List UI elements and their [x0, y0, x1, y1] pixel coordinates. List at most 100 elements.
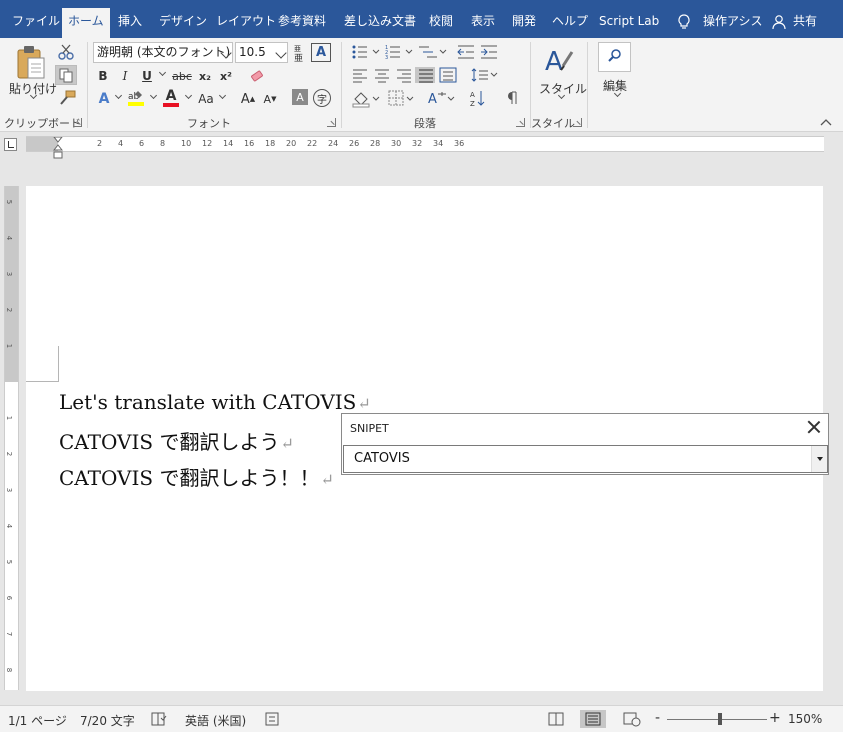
lightbulb-icon[interactable]: [677, 14, 691, 30]
change-case-button[interactable]: Aa: [195, 89, 217, 109]
character-shading-button[interactable]: A: [292, 89, 308, 105]
zoom-out-button[interactable]: -: [655, 710, 660, 726]
align-left-icon: [353, 69, 367, 83]
print-layout-button[interactable]: [580, 710, 606, 728]
ruler-tick-label: 16: [244, 139, 255, 148]
dropdown-arrow-icon[interactable]: [811, 446, 827, 472]
snippet-combobox[interactable]: CATOVIS: [343, 445, 828, 473]
style-dialog-launcher[interactable]: [573, 118, 582, 127]
grow-font-button[interactable]: A ▲: [239, 89, 257, 109]
ruler-tick-label: 14: [223, 139, 234, 148]
tab-review[interactable]: 校閲: [423, 8, 459, 38]
svg-text:3: 3: [385, 55, 388, 60]
clipboard-dialog-launcher[interactable]: [73, 118, 82, 127]
svg-text:A: A: [545, 47, 563, 77]
language-indicator[interactable]: 英語 (米国): [185, 712, 246, 729]
text-effects-caret[interactable]: [114, 91, 123, 100]
underline-dropdown-caret[interactable]: [158, 68, 167, 77]
tab-home[interactable]: ホーム: [62, 8, 110, 38]
indent-marker-icon[interactable]: [53, 137, 63, 161]
read-mode-button[interactable]: [543, 710, 569, 728]
tab-insert[interactable]: 挿入: [112, 8, 148, 38]
text-effects-button[interactable]: A: [95, 89, 113, 109]
paragraph-dialog-launcher[interactable]: [516, 118, 525, 127]
tab-developer[interactable]: 開発: [506, 8, 542, 38]
ruler-tick-label: 1: [5, 415, 14, 421]
bold-button[interactable]: B: [94, 66, 112, 86]
paste-icon[interactable]: [14, 44, 48, 82]
ruler-tick-label: 3: [5, 271, 14, 277]
font-size-dropdown[interactable]: 10.5: [235, 42, 288, 63]
ruler-tick-label: 4: [5, 523, 14, 529]
copy-button[interactable]: [55, 65, 77, 85]
find-button[interactable]: [598, 42, 631, 72]
tab-file[interactable]: ファイル: [6, 8, 66, 38]
ruler-tick-label: 8: [160, 139, 166, 148]
subscript-button[interactable]: x₂: [196, 66, 214, 86]
format-painter-icon[interactable]: [58, 90, 76, 106]
group-divider: [87, 42, 88, 128]
line-spacing-icon[interactable]: [470, 67, 500, 83]
line-text: Let's translate with CATOVIS: [59, 390, 357, 414]
ruler-tick-label: 10: [181, 139, 192, 148]
font-dialog-launcher[interactable]: [327, 118, 336, 127]
document-line-3[interactable]: CATOVIS で翻訳しよう！！↵: [59, 462, 334, 491]
styles-icon[interactable]: A: [543, 44, 575, 78]
web-layout-button[interactable]: [618, 710, 644, 728]
zoom-slider-thumb[interactable]: [718, 713, 722, 725]
tab-view[interactable]: 表示: [465, 8, 501, 38]
tab-selector-button[interactable]: [4, 138, 17, 151]
word-count[interactable]: 7/20 文字: [80, 712, 135, 729]
tab-design[interactable]: デザイン: [153, 8, 213, 38]
tab-mailings[interactable]: 差し込み文書: [338, 8, 422, 38]
tab-tell-me[interactable]: 操作アシス: [697, 8, 769, 38]
font-color-caret[interactable]: [184, 91, 193, 100]
change-case-caret[interactable]: [218, 91, 227, 100]
character-border-label: A: [315, 45, 327, 60]
ruler-tick-label: 22: [307, 139, 318, 148]
superscript-button[interactable]: x²: [217, 66, 235, 86]
book-icon: [548, 712, 564, 726]
tab-help[interactable]: ヘルプ: [546, 8, 594, 38]
shrink-font-button[interactable]: A ▼: [261, 89, 279, 109]
ruler-tick-label: 2: [5, 307, 14, 313]
close-icon[interactable]: [806, 419, 822, 435]
ruler-tick-label: 36: [454, 139, 465, 148]
italic-button[interactable]: I: [116, 66, 134, 86]
paragraph-mark-icon: ↵: [280, 434, 294, 453]
ruler-tick-label: 32: [412, 139, 423, 148]
zoom-level[interactable]: 150%: [788, 712, 822, 726]
paragraph-mark-icon: ↵: [320, 470, 334, 489]
share-button[interactable]: 共有: [787, 8, 823, 38]
vertical-ruler[interactable]: 5 4 3 2 1 1 2 3 4 5 6 7 8: [4, 186, 19, 690]
zoom-slider[interactable]: [667, 719, 767, 720]
highlight-button[interactable]: ab: [126, 88, 146, 108]
ruler-tick-label: 5: [5, 199, 14, 205]
enclose-characters-button[interactable]: 字: [313, 89, 331, 107]
tab-script-lab[interactable]: Script Lab: [593, 8, 665, 38]
strikethrough-button[interactable]: abc: [170, 66, 194, 86]
font-color-button[interactable]: A: [161, 88, 181, 108]
clear-formatting-icon[interactable]: [249, 68, 265, 84]
share-person-icon[interactable]: [772, 14, 786, 30]
page-count[interactable]: 1/1 ページ: [8, 712, 67, 729]
document-line-1[interactable]: Let's translate with CATOVIS↵: [59, 390, 371, 414]
proofing-book-icon[interactable]: [151, 712, 167, 726]
svg-text:亜: 亜: [294, 45, 301, 53]
cut-icon[interactable]: [57, 44, 75, 60]
highlight-caret[interactable]: [149, 91, 158, 100]
font-color-label: A: [165, 88, 177, 104]
font-size-value: 10.5: [239, 45, 266, 59]
horizontal-ruler[interactable]: 2 4 6 8 10 12 14 16 18 20 22 24 26 28 30 32 34 36: [26, 136, 824, 159]
ruler-tick-label: 5: [5, 559, 14, 565]
underline-button[interactable]: U: [138, 66, 156, 86]
character-border-button[interactable]: A: [311, 43, 331, 62]
zoom-in-button[interactable]: +: [769, 710, 781, 726]
chevron-down-icon: [275, 47, 287, 59]
font-name-dropdown[interactable]: 游明朝 (本文のフォント): [93, 42, 233, 63]
document-line-2[interactable]: CATOVIS で翻訳しよう↵: [59, 426, 294, 455]
macro-record-icon[interactable]: [265, 712, 279, 726]
collapse-ribbon-icon[interactable]: [820, 118, 832, 126]
phonetic-guide-icon[interactable]: 亜 亜: [292, 44, 306, 62]
tab-references[interactable]: 参考資料: [272, 8, 332, 38]
